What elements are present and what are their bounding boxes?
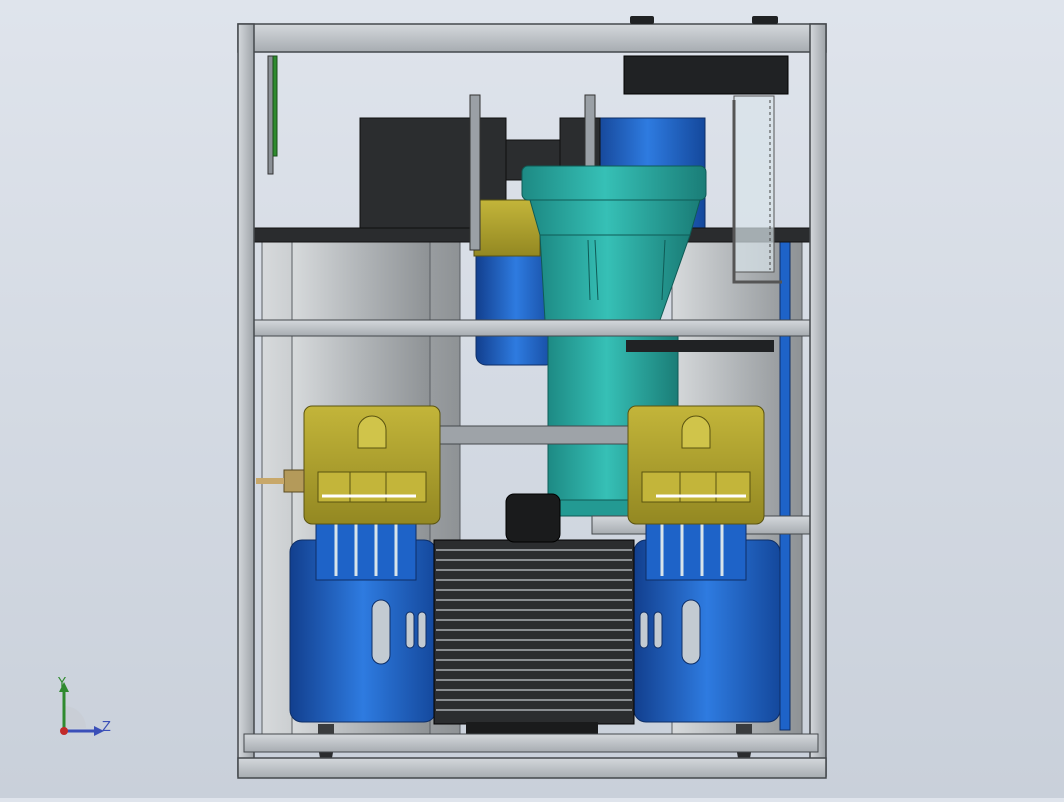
z-axis-label: Z [102,720,111,735]
y-axis-label: Y [58,676,66,691]
right-compressor [633,519,781,723]
coordinate-triad-icon: Y Z [48,676,128,746]
level-gauge [267,55,278,175]
left-compressor [289,519,437,723]
cad-viewport[interactable]: Y Z [0,0,1064,798]
assembly-drawing [237,16,827,779]
right-compressor-head [627,405,765,525]
